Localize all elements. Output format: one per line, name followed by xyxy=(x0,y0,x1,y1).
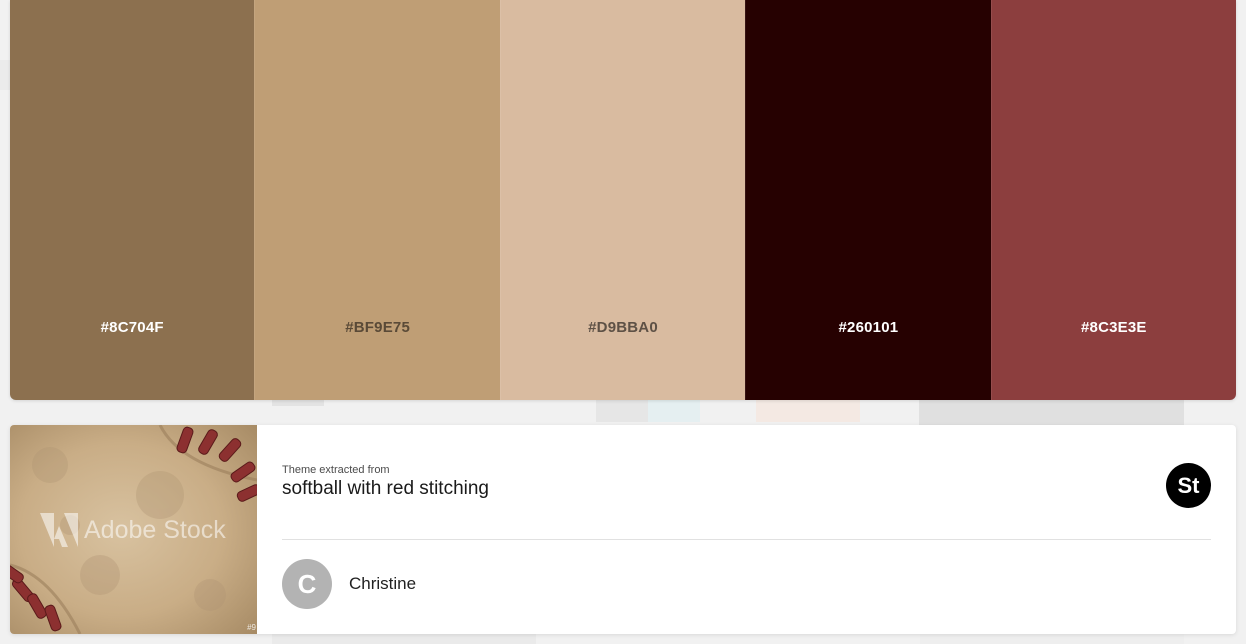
background-tile xyxy=(756,400,860,422)
swatch-hex-label: #8C704F xyxy=(100,319,164,336)
background-tile xyxy=(272,400,324,406)
swatch-hex-label: #8C3E3E xyxy=(1081,319,1147,336)
softball-image xyxy=(10,425,257,634)
swatch-hex-label: #260101 xyxy=(838,319,899,336)
source-image-thumbnail[interactable]: Adobe Stock #9 xyxy=(10,425,257,634)
background-tile xyxy=(920,634,1184,644)
theme-source-card: Adobe Stock #9 Theme extracted from soft… xyxy=(10,425,1236,634)
author-link[interactable]: C Christine xyxy=(282,559,416,609)
swatch-hex-label: #D9BBA0 xyxy=(588,319,658,336)
adobe-stock-badge-icon[interactable]: St xyxy=(1166,463,1211,508)
divider xyxy=(282,539,1211,540)
color-palette: #8C704F #BF9E75 #D9BBA0 #260101 #8C3E3E xyxy=(10,0,1236,400)
background-tile xyxy=(648,400,700,422)
avatar: C xyxy=(282,559,332,609)
background-tile xyxy=(272,634,536,644)
author-name: Christine xyxy=(349,574,417,593)
background-tile xyxy=(919,400,1184,425)
theme-info: Theme extracted from softball with red s… xyxy=(282,425,1211,634)
background-tile xyxy=(0,60,10,90)
swatch-5[interactable]: #8C3E3E xyxy=(990,0,1236,400)
swatch-3[interactable]: #D9BBA0 xyxy=(499,0,746,400)
swatch-2[interactable]: #BF9E75 xyxy=(254,0,500,400)
swatch-4[interactable]: #260101 xyxy=(745,0,991,400)
background-tile xyxy=(596,400,648,422)
swatch-1[interactable]: #8C704F xyxy=(10,0,255,400)
image-id: #9 xyxy=(247,623,256,632)
swatch-hex-label: #BF9E75 xyxy=(345,319,410,336)
extracted-from-label: Theme extracted from xyxy=(282,464,390,476)
theme-title[interactable]: softball with red stitching xyxy=(282,478,489,500)
